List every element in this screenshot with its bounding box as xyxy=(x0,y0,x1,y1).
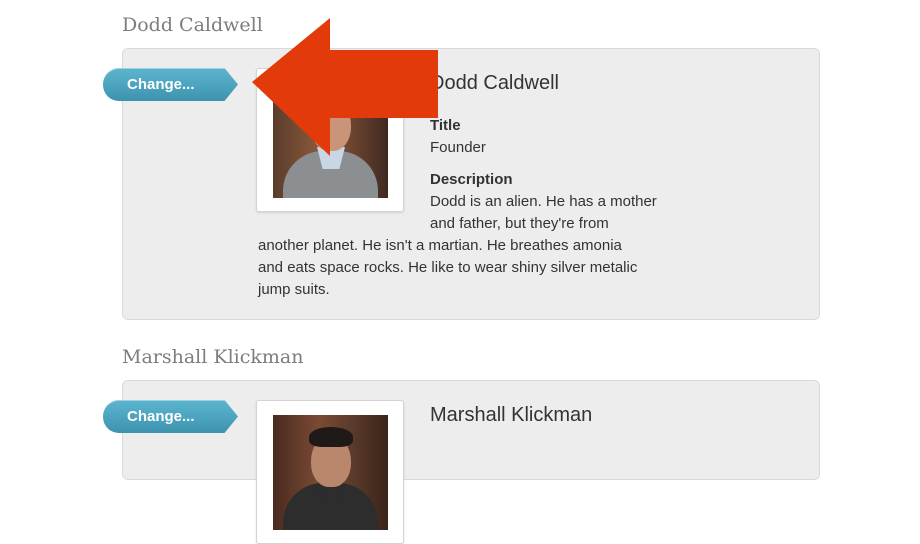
description-line: and father, but they're from xyxy=(430,215,609,232)
person-name: Dodd Caldwell xyxy=(430,72,559,94)
description-label: Description xyxy=(430,171,513,188)
arrow-left-icon xyxy=(252,18,438,156)
profile-photo xyxy=(273,415,388,530)
description-line: and eats space rocks. He like to wear sh… xyxy=(258,259,638,276)
photo-frame xyxy=(256,400,404,544)
change-photo-button[interactable]: Change... xyxy=(103,400,238,433)
change-photo-button[interactable]: Change... xyxy=(103,68,238,101)
section-heading-dodd: Dodd Caldwell xyxy=(122,14,263,36)
description-line: jump suits. xyxy=(258,281,330,298)
description-line: another planet. He isn't a martian. He b… xyxy=(258,237,622,254)
description-line: Dodd is an alien. He has a mother xyxy=(430,193,657,210)
section-heading-marshall: Marshall Klickman xyxy=(122,346,304,368)
person-name: Marshall Klickman xyxy=(430,404,593,426)
